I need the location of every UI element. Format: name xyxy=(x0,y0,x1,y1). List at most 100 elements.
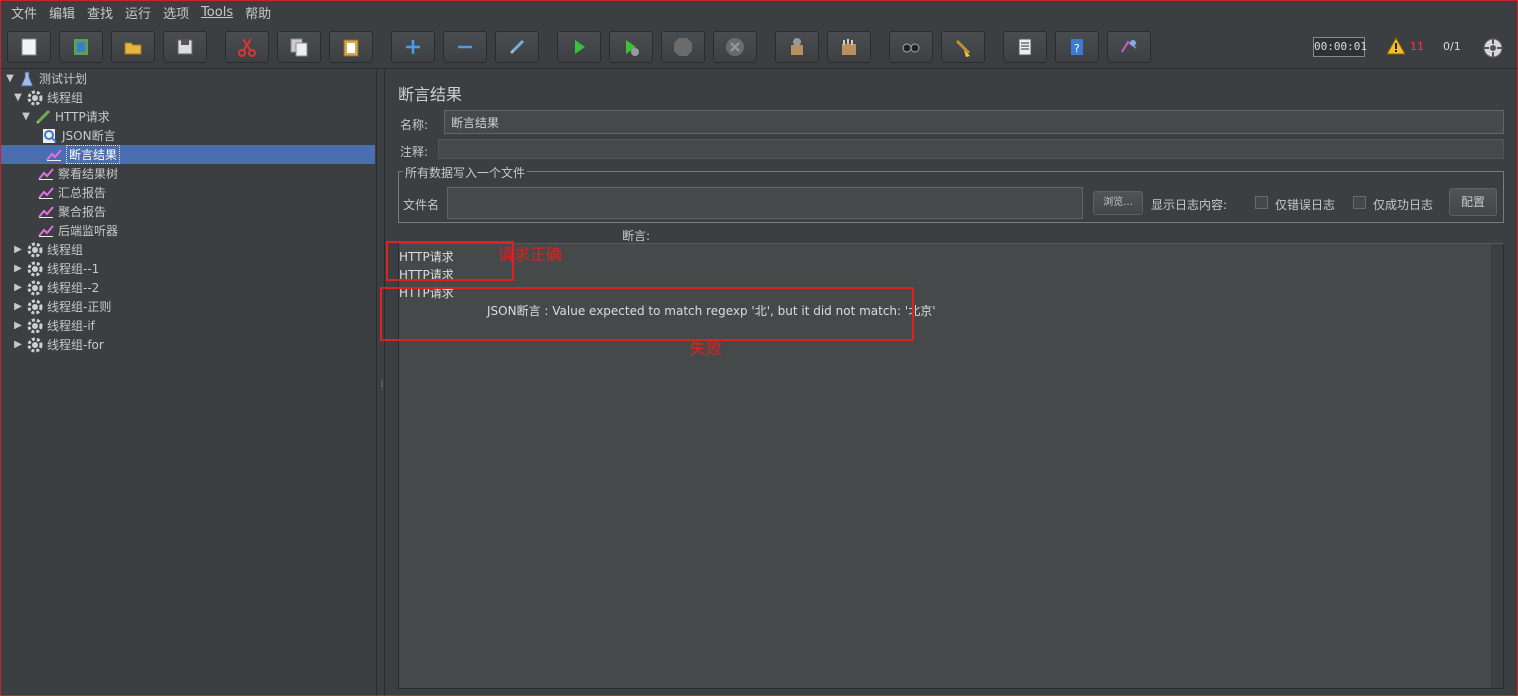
clear-all-button[interactable] xyxy=(827,31,871,63)
remote-button[interactable] xyxy=(1107,31,1151,63)
filename-field[interactable] xyxy=(447,187,1083,219)
stop-icon xyxy=(674,38,692,56)
tree-item-json-assertion[interactable]: JSON断言 xyxy=(41,126,116,145)
expand-button[interactable] xyxy=(391,31,435,63)
tree-item-label: 线程组-正则 xyxy=(47,300,112,314)
tree-item-thread-group[interactable]: ▶ 线程组-if xyxy=(13,316,95,335)
paste-icon xyxy=(343,39,359,57)
gear-icon xyxy=(26,89,44,107)
error-count: 11 xyxy=(1410,39,1424,53)
gear-icon xyxy=(26,279,44,297)
stop-button[interactable] xyxy=(661,31,705,63)
save-button[interactable] xyxy=(163,31,207,63)
clear-button[interactable] xyxy=(775,31,819,63)
tree-item-label: 线程组 xyxy=(47,243,84,257)
comment-label: 注释: xyxy=(400,145,429,159)
clear-all-icon xyxy=(842,39,856,55)
success-only-checkbox[interactable] xyxy=(1353,196,1366,209)
start-button[interactable] xyxy=(557,31,601,63)
start-no-pause-icon xyxy=(626,40,639,56)
page-title: 断言结果 xyxy=(398,85,463,104)
tree-item-thread-group[interactable]: ▶ 线程组-正则 xyxy=(13,297,111,316)
menu-file[interactable]: 文件 xyxy=(5,3,43,22)
collapsed-arrow-icon[interactable]: ▶ xyxy=(13,339,23,350)
menu-edit[interactable]: 编辑 xyxy=(43,3,81,22)
test-plan-icon xyxy=(18,70,36,88)
expanded-arrow-icon[interactable]: ▼ xyxy=(13,92,23,103)
remote-icon xyxy=(1121,40,1137,53)
new-button[interactable] xyxy=(7,31,51,63)
tree-item-thread-group[interactable]: ▼ 线程组 xyxy=(13,88,83,107)
tree-item-thread-group[interactable]: ▶ 线程组-for xyxy=(13,335,104,354)
collapsed-arrow-icon[interactable]: ▶ xyxy=(13,263,23,274)
cut-button[interactable] xyxy=(225,31,269,63)
shutdown-button[interactable] xyxy=(713,31,757,63)
filename-label: 文件名 xyxy=(403,198,440,212)
tree-item-summary-report[interactable]: 汇总报告 xyxy=(37,183,106,202)
tree-item-thread-group[interactable]: ▶ 线程组--1 xyxy=(13,259,99,278)
remote-status-icon[interactable] xyxy=(1482,37,1504,59)
collapsed-arrow-icon[interactable]: ▶ xyxy=(13,282,23,293)
menu-tools[interactable]: Tools xyxy=(195,5,239,20)
search-button[interactable] xyxy=(889,31,933,63)
shutdown-icon xyxy=(726,38,744,56)
menu-search[interactable]: 查找 xyxy=(81,3,119,22)
toggle-icon xyxy=(509,39,525,55)
function-helper-button[interactable] xyxy=(1003,31,1047,63)
templates-button[interactable] xyxy=(59,31,103,63)
expanded-arrow-icon[interactable]: ▼ xyxy=(21,111,31,122)
collapsed-arrow-icon[interactable]: ▶ xyxy=(13,320,23,331)
listener-icon xyxy=(37,203,55,221)
expand-icon xyxy=(406,40,420,54)
errors-only-checkbox[interactable] xyxy=(1255,196,1268,209)
tree-item-label: 汇总报告 xyxy=(58,186,107,200)
tree-item-label: 后端监听器 xyxy=(58,224,119,238)
tree-item-label: 线程组--2 xyxy=(47,281,100,295)
paste-button[interactable] xyxy=(329,31,373,63)
listener-icon xyxy=(37,165,55,183)
success-only-label: 仅成功日志 xyxy=(1373,198,1434,212)
tree-item-backend-listener[interactable]: 后端监听器 xyxy=(37,221,118,240)
tree-item-label: 线程组-for xyxy=(47,338,104,352)
elapsed-timer: 00:00:01 xyxy=(1313,37,1367,57)
reset-search-icon xyxy=(955,39,971,57)
configure-button[interactable]: 配置 xyxy=(1449,188,1497,216)
collapse-button[interactable] xyxy=(443,31,487,63)
collapsed-arrow-icon[interactable]: ▶ xyxy=(13,301,23,312)
error-indicator[interactable]: 11 xyxy=(1386,35,1426,57)
split-pane-divider[interactable]: ⋮ ⋮ xyxy=(377,69,386,695)
menu-run[interactable]: 运行 xyxy=(119,3,157,22)
tree-item-thread-group[interactable]: ▶ 线程组 xyxy=(13,240,83,259)
menu-options[interactable]: 选项 xyxy=(157,3,195,22)
open-button[interactable] xyxy=(111,31,155,63)
browse-button[interactable]: 浏览... xyxy=(1093,191,1143,215)
tree-item-label: JSON断言 xyxy=(62,129,116,143)
vertical-scrollbar[interactable] xyxy=(1491,244,1503,688)
copy-button[interactable] xyxy=(277,31,321,63)
expanded-arrow-icon[interactable]: ▼ xyxy=(5,73,15,84)
clear-icon xyxy=(791,38,803,55)
collapsed-arrow-icon[interactable]: ▶ xyxy=(13,244,23,255)
save-icon xyxy=(177,39,193,55)
help-icon: ? xyxy=(1071,39,1083,55)
tree-item-assertion-results[interactable]: 断言结果 xyxy=(1,145,375,164)
tree-item-test-plan[interactable]: ▼ 测试计划 xyxy=(5,69,87,88)
start-no-pause-button[interactable] xyxy=(609,31,653,63)
tree-item-thread-group[interactable]: ▶ 线程组--2 xyxy=(13,278,99,297)
splitter-grip-icon[interactable]: ⋮ ⋮ xyxy=(378,379,386,401)
tree-item-http-request[interactable]: ▼ HTTP请求 xyxy=(21,107,110,126)
comment-field[interactable] xyxy=(438,139,1504,159)
tree-item-view-results-tree[interactable]: 察看结果树 xyxy=(37,164,118,183)
tree-item-label: 聚合报告 xyxy=(58,205,107,219)
name-field[interactable] xyxy=(444,110,1504,134)
templates-icon xyxy=(74,39,88,55)
assertion-results-panel: 断言结果 名称: 注释: 所有数据写入一个文件 文件名 浏览... 显示日志内容… xyxy=(380,69,1517,695)
help-button[interactable]: ? xyxy=(1055,31,1099,63)
tree-item-aggregate-report[interactable]: 聚合报告 xyxy=(37,202,106,221)
reset-search-button[interactable] xyxy=(941,31,985,63)
toggle-button[interactable] xyxy=(495,31,539,63)
function-helper-icon xyxy=(1018,38,1032,56)
failure-annotation-box xyxy=(380,287,914,341)
tree-item-label: 线程组-if xyxy=(47,319,95,333)
menu-help[interactable]: 帮助 xyxy=(239,3,277,22)
